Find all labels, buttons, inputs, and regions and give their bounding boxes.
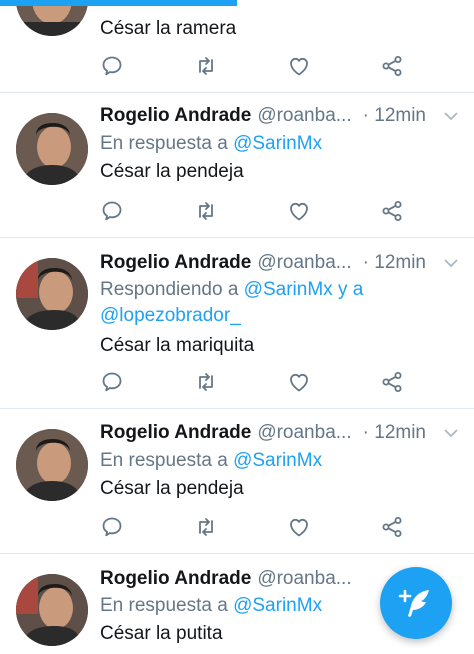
reply-prefix: Respondiendo a — [100, 279, 239, 300]
mention-link[interactable]: @SarinMx — [233, 133, 322, 154]
chevron-down-icon[interactable] — [442, 107, 460, 131]
share-icon[interactable] — [380, 515, 404, 539]
heart-icon[interactable] — [287, 54, 311, 78]
tweet-header: Rogelio Andrade @roanba... · 12min — [100, 103, 460, 129]
avatar[interactable] — [16, 429, 88, 501]
reply-icon[interactable] — [100, 515, 124, 539]
reply-icon[interactable] — [100, 199, 124, 223]
author-handle[interactable]: @roanba... — [257, 568, 351, 590]
timeline-feed: César la ramera Rogelio Andrade @roanba.… — [0, 0, 474, 654]
reply-icon[interactable] — [100, 370, 124, 394]
reply-context: En respuesta a @SarinMx — [100, 448, 454, 474]
tweet-text: César la ramera — [100, 18, 237, 39]
tweet-actions — [100, 199, 410, 223]
reply-conjunction: y a — [337, 279, 364, 300]
chevron-down-icon[interactable] — [442, 424, 460, 448]
tweet-text: César la pendeja — [100, 161, 244, 182]
tweet-header: Rogelio Andrade @roanba... · 12min — [100, 250, 460, 276]
author-handle[interactable]: @roanba... — [257, 252, 351, 274]
author-name[interactable]: Rogelio Andrade — [100, 422, 251, 444]
tweet-card[interactable]: Rogelio Andrade @roanba... · 12min En re… — [0, 93, 474, 238]
share-icon[interactable] — [380, 370, 404, 394]
retweet-icon[interactable] — [194, 54, 218, 78]
mention-link[interactable]: @SarinMx — [233, 450, 322, 471]
retweet-icon[interactable] — [194, 370, 218, 394]
tweet-text: César la mariquita — [100, 335, 255, 356]
chevron-down-icon[interactable] — [442, 254, 460, 278]
loading-progress-bar — [0, 0, 237, 6]
tweet-header: Rogelio Andrade @roanba... · 12min — [100, 420, 460, 446]
tweet-card[interactable]: Rogelio Andrade @roanba... · 12min Respo… — [0, 238, 474, 409]
heart-icon[interactable] — [287, 515, 311, 539]
compose-tweet-button[interactable] — [380, 567, 452, 639]
reply-prefix: En respuesta a — [100, 133, 228, 154]
author-name[interactable]: Rogelio Andrade — [100, 105, 251, 127]
retweet-icon[interactable] — [194, 199, 218, 223]
retweet-icon[interactable] — [194, 515, 218, 539]
share-icon[interactable] — [380, 54, 404, 78]
heart-icon[interactable] — [287, 370, 311, 394]
tweet-text: César la pendeja — [100, 478, 244, 499]
share-icon[interactable] — [380, 199, 404, 223]
avatar[interactable] — [16, 574, 88, 646]
tweet-card[interactable]: Rogelio Andrade @roanba... · 12min En re… — [0, 409, 474, 554]
reply-prefix: En respuesta a — [100, 450, 228, 471]
reply-prefix: En respuesta a — [100, 595, 228, 616]
reply-context: Respondiendo a @SarinMx y a @lopezobrado… — [100, 277, 454, 329]
mention-link[interactable]: @lopezobrador_ — [100, 305, 241, 326]
author-name[interactable]: Rogelio Andrade — [100, 568, 251, 590]
tweet-card[interactable]: César la ramera — [0, 0, 474, 93]
reply-context: En respuesta a @SarinMx — [100, 131, 454, 157]
reply-icon[interactable] — [100, 54, 124, 78]
mention-link[interactable]: @SarinMx — [244, 279, 333, 300]
author-name[interactable]: Rogelio Andrade — [100, 252, 251, 274]
tweet-actions — [100, 515, 410, 539]
compose-tweet-icon — [398, 589, 429, 617]
heart-icon[interactable] — [287, 199, 311, 223]
author-handle[interactable]: @roanba... — [257, 422, 351, 444]
tweet-actions — [100, 370, 410, 394]
author-handle[interactable]: @roanba... — [257, 105, 351, 127]
avatar[interactable] — [16, 258, 88, 330]
mention-link[interactable]: @SarinMx — [233, 595, 322, 616]
tweet-actions — [100, 54, 410, 78]
avatar[interactable] — [16, 113, 88, 185]
